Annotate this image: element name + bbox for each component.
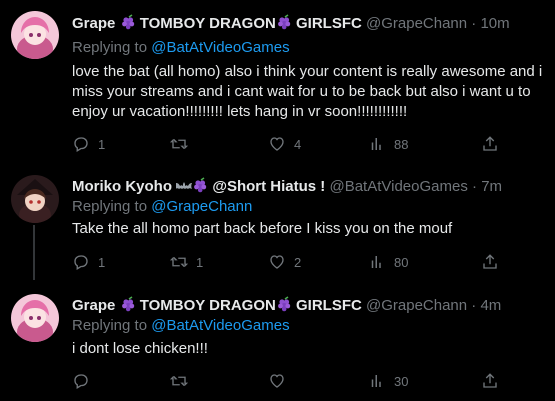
views-icon (368, 253, 386, 271)
avatar[interactable] (11, 11, 59, 59)
reply-button[interactable]: 1 (72, 134, 105, 154)
reply-button[interactable]: 1 (72, 252, 105, 272)
retweet-icon (170, 253, 188, 271)
grape-emoji-icon (120, 296, 136, 312)
action-bar: 1 4 88 (72, 134, 555, 154)
separator: · (467, 15, 481, 32)
thread-line (33, 225, 35, 280)
display-name[interactable]: Grape TOMBOY DRAGON GIRLSFC (72, 297, 362, 314)
views-icon (368, 372, 386, 390)
bat-emoji-icon (176, 177, 192, 193)
share-icon (481, 372, 499, 390)
grape-emoji-icon (192, 177, 208, 193)
share-button[interactable] (481, 134, 499, 154)
display-name[interactable]: Grape TOMBOY DRAGON GIRLSFC (72, 15, 362, 32)
like-button[interactable] (268, 371, 294, 391)
timestamp[interactable]: 4m (480, 297, 501, 314)
avatar[interactable] (11, 175, 59, 223)
retweet-icon (170, 135, 188, 153)
grape-emoji-icon (120, 14, 136, 30)
tweet[interactable]: Grape TOMBOY DRAGON GIRLSFC @GrapeChann … (0, 284, 555, 401)
replying-to: Replying to @BatAtVideoGames (72, 39, 290, 56)
tweet-header: Moriko Kyoho @Short Hiatus ! @BatAtVideo… (72, 177, 502, 197)
mention-link[interactable]: @GrapeChann (151, 198, 252, 215)
share-button[interactable] (481, 371, 499, 391)
like-icon (268, 372, 286, 390)
retweet-button[interactable]: 1 (170, 252, 203, 272)
share-icon (481, 135, 499, 153)
mention-link[interactable]: @BatAtVideoGames (151, 39, 289, 56)
handle[interactable]: @GrapeChann (366, 297, 467, 314)
tweet[interactable]: Grape TOMBOY DRAGON GIRLSFC @GrapeChann … (0, 0, 555, 155)
tweet-text: i dont lose chicken!!! (72, 340, 208, 357)
retweet-button[interactable] (170, 134, 196, 154)
mention-link[interactable]: @BatAtVideoGames (151, 317, 289, 334)
grape-emoji-icon (276, 14, 292, 30)
reply-icon (72, 372, 90, 390)
display-name[interactable]: Moriko Kyoho @Short Hiatus ! (72, 178, 325, 195)
retweet-icon (170, 372, 188, 390)
views-button[interactable]: 30 (368, 371, 408, 391)
like-button[interactable]: 4 (268, 134, 301, 154)
avatar[interactable] (11, 294, 59, 342)
like-button[interactable]: 2 (268, 252, 301, 272)
tweet-text: Take the all homo part back before I kis… (72, 220, 453, 237)
timestamp[interactable]: 7m (481, 178, 502, 195)
reply-button[interactable] (72, 371, 98, 391)
handle[interactable]: @BatAtVideoGames (329, 178, 467, 195)
separator: · (467, 297, 481, 314)
grape-emoji-icon (276, 296, 292, 312)
replying-to: Replying to @GrapeChann (72, 198, 253, 215)
retweet-button[interactable] (170, 371, 196, 391)
views-icon (368, 135, 386, 153)
views-button[interactable]: 80 (368, 252, 408, 272)
reply-icon (72, 253, 90, 271)
action-bar: 30 (72, 371, 555, 391)
share-button[interactable] (481, 252, 499, 272)
like-icon (268, 135, 286, 153)
action-bar: 1 1 2 80 (72, 252, 555, 272)
views-button[interactable]: 88 (368, 134, 408, 154)
tweet-header: Grape TOMBOY DRAGON GIRLSFC @GrapeChann … (72, 296, 501, 316)
like-icon (268, 253, 286, 271)
handle[interactable]: @GrapeChann (366, 15, 467, 32)
separator: · (467, 178, 482, 195)
tweet[interactable]: Moriko Kyoho @Short Hiatus ! @BatAtVideo… (0, 165, 555, 280)
tweet-header: Grape TOMBOY DRAGON GIRLSFC @GrapeChann … (72, 14, 510, 34)
reply-icon (72, 135, 90, 153)
timestamp[interactable]: 10m (480, 15, 509, 32)
replying-to: Replying to @BatAtVideoGames (72, 317, 290, 334)
share-icon (481, 253, 499, 271)
tweet-text: love the bat (all homo) also i think you… (72, 63, 543, 120)
